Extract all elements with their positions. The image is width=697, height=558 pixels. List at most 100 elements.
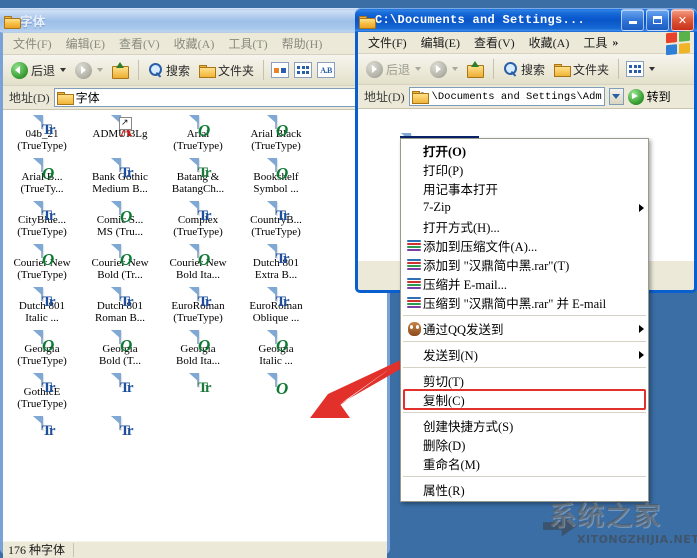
- font-grid[interactable]: Tr04b_21 (TrueType)A↗ADMUI3LgOArial (Tru…: [3, 110, 387, 436]
- font-item[interactable]: Tr: [161, 374, 235, 410]
- context-menu-item[interactable]: 压缩并 E-mail...: [401, 274, 648, 293]
- font-item[interactable]: OCourier New (TrueType): [5, 245, 79, 281]
- font-item[interactable]: OGeorgia (TrueType): [5, 331, 79, 367]
- context-menu-item[interactable]: 删除(D): [401, 435, 648, 454]
- context-menu-item[interactable]: 7-Zip: [401, 198, 648, 217]
- search-button[interactable]: 搜索: [499, 59, 549, 80]
- font-item[interactable]: TrCountryB... (TrueType): [239, 202, 313, 238]
- font-item[interactable]: Tr: [5, 417, 79, 429]
- font-item[interactable]: TrEuroRoman (TrueType): [161, 288, 235, 324]
- search-button[interactable]: 搜索: [144, 60, 194, 81]
- font-item[interactable]: TrBank Gothic Medium B...: [83, 159, 157, 195]
- context-menu-item[interactable]: 添加到压缩文件(A)...: [401, 236, 648, 255]
- context-menu-item[interactable]: 剪切(T): [401, 371, 648, 390]
- address-dropdown-button[interactable]: [609, 88, 624, 105]
- font-item[interactable]: TrDutch 801 Extra B...: [239, 245, 313, 281]
- menu-edit[interactable]: 编辑(E): [59, 33, 112, 54]
- font-item[interactable]: OCourier New Bold (Tr...: [83, 245, 157, 281]
- font-item[interactable]: OBookshelf Symbol ...: [239, 159, 313, 195]
- address-input[interactable]: C:\Documents and Settings\Adm: [409, 87, 605, 106]
- font-item[interactable]: TrCityBlue... (TrueType): [5, 202, 79, 238]
- window2-toolbar[interactable]: 后退 搜索 文件夹: [358, 54, 694, 85]
- menu-item-label: 重命名(M): [423, 454, 644, 473]
- font-item[interactable]: TrDutch 801 Italic ...: [5, 288, 79, 324]
- close-button[interactable]: ✕: [671, 9, 694, 31]
- address-input[interactable]: 字体: [54, 88, 384, 107]
- context-menu-item[interactable]: 打印(P): [401, 160, 648, 179]
- window1-menubar[interactable]: 文件(F) 编辑(E) 查看(V) 收藏(A) 工具(T) 帮助(H): [3, 33, 387, 55]
- font-item[interactable]: OArial B... (TrueTy...: [5, 159, 79, 195]
- menu-help[interactable]: 帮助(H): [275, 33, 330, 54]
- window2-addressbar[interactable]: 地址(D) C:\Documents and Settings\Adm 转到: [358, 85, 694, 109]
- window1-titlebar[interactable]: 字体: [0, 8, 390, 32]
- forward-dropdown-icon[interactable]: [452, 67, 458, 71]
- view-similarity-button[interactable]: A.B: [315, 60, 337, 80]
- context-menu-item[interactable]: 打开(O): [401, 141, 648, 160]
- context-menu-item[interactable]: 通过QQ发送到: [401, 319, 648, 338]
- context-menu-item[interactable]: 打开方式(H)...: [401, 217, 648, 236]
- context-menu-item[interactable]: 用记事本打开: [401, 179, 648, 198]
- menu-favorites[interactable]: 收藏(A): [522, 32, 577, 53]
- context-menu-item[interactable]: 发送到(N): [401, 345, 648, 364]
- view-tiles-button[interactable]: [292, 60, 314, 80]
- up-button[interactable]: [463, 59, 488, 79]
- go-button[interactable]: 转到: [628, 88, 674, 105]
- menu-file[interactable]: 文件(F): [6, 33, 59, 54]
- menu-tools[interactable]: 工具(T): [221, 33, 274, 54]
- context-menu[interactable]: 打开(O)打印(P)用记事本打开7-Zip打开方式(H)...添加到压缩文件(A…: [400, 138, 649, 502]
- folders-button[interactable]: 文件夹: [195, 60, 258, 81]
- font-item[interactable]: OGeorgia Bold (T...: [83, 331, 157, 367]
- font-item[interactable]: Tr04b_21 (TrueType): [5, 116, 79, 152]
- window1-file-list[interactable]: Tr04b_21 (TrueType)A↗ADMUI3LgOArial (Tru…: [3, 110, 387, 540]
- back-button[interactable]: 后退: [7, 60, 70, 81]
- context-menu-item[interactable]: 压缩到 "汉鼎简中黑.rar" 并 E-mail: [401, 293, 648, 312]
- menu-view[interactable]: 查看(V): [467, 32, 522, 53]
- view-dropdown-icon[interactable]: [649, 67, 655, 71]
- font-item[interactable]: OArial Black (TrueType): [239, 116, 313, 152]
- view-mode-button[interactable]: [624, 59, 657, 79]
- context-menu-item[interactable]: 属性(R): [401, 480, 648, 499]
- font-item[interactable]: Tr: [83, 374, 157, 410]
- menu-tools[interactable]: 工具: [576, 32, 609, 53]
- font-item[interactable]: Tr: [83, 417, 157, 429]
- menu-favorites[interactable]: 收藏(A): [167, 33, 222, 54]
- font-item[interactable]: TrDutch 801 Roman B...: [83, 288, 157, 324]
- window1-toolbar[interactable]: 后退 搜索 文件夹: [3, 55, 387, 86]
- context-menu-item[interactable]: 复制(C): [401, 390, 648, 409]
- back-dropdown-icon[interactable]: [415, 67, 421, 71]
- forward-dropdown-icon[interactable]: [97, 68, 103, 72]
- fonts-window[interactable]: 字体 文件(F) 编辑(E) 查看(V) 收藏(A) 工具(T) 帮助(H) 后…: [0, 8, 390, 554]
- back-dropdown-icon[interactable]: [60, 68, 66, 72]
- font-item[interactable]: OArial (TrueType): [161, 116, 235, 152]
- font-item[interactable]: OGeorgia Italic ...: [239, 331, 313, 367]
- folders-button[interactable]: 文件夹: [550, 59, 613, 80]
- menu-view[interactable]: 查看(V): [112, 33, 167, 54]
- font-item[interactable]: A↗ADMUI3Lg: [83, 116, 157, 152]
- context-menu-item[interactable]: 添加到 "汉鼎简中黑.rar"(T): [401, 255, 648, 274]
- up-button[interactable]: [108, 60, 133, 80]
- window2-titlebar[interactable]: C:\Documents and Settings... ✕: [355, 8, 697, 32]
- window1-addressbar[interactable]: 地址(D) 字体: [3, 86, 387, 110]
- back-button[interactable]: 后退: [362, 59, 425, 80]
- menu-edit[interactable]: 编辑(E): [414, 32, 467, 53]
- forward-button[interactable]: [71, 60, 107, 81]
- context-menu-item[interactable]: 创建快捷方式(S): [401, 416, 648, 435]
- font-item[interactable]: TrEuroRoman Oblique ...: [239, 288, 313, 324]
- maximize-button[interactable]: [646, 9, 669, 31]
- opentype-file-icon: O: [119, 244, 121, 258]
- window2-menubar[interactable]: 文件(F) 编辑(E) 查看(V) 收藏(A) 工具 »: [358, 32, 694, 54]
- forward-button[interactable]: [426, 59, 462, 80]
- font-item[interactable]: OComic S... MS (Tru...: [83, 202, 157, 238]
- window2-controls[interactable]: ✕: [621, 9, 695, 31]
- minimize-button[interactable]: [621, 9, 644, 31]
- font-item[interactable]: OCourier New Bold Ita...: [161, 245, 235, 281]
- font-item[interactable]: O: [239, 374, 313, 410]
- view-details-button[interactable]: [269, 60, 291, 80]
- context-menu-item[interactable]: 重命名(M): [401, 454, 648, 473]
- font-item[interactable]: TrComplex (TrueType): [161, 202, 235, 238]
- menu-file[interactable]: 文件(F): [361, 32, 414, 53]
- font-item[interactable]: TrBatang & BatangCh...: [161, 159, 235, 195]
- menu-overflow-chevron[interactable]: »: [609, 35, 621, 50]
- font-item[interactable]: OGeorgia Bold Ita...: [161, 331, 235, 367]
- font-item[interactable]: TrGothicE (TrueType): [5, 374, 79, 410]
